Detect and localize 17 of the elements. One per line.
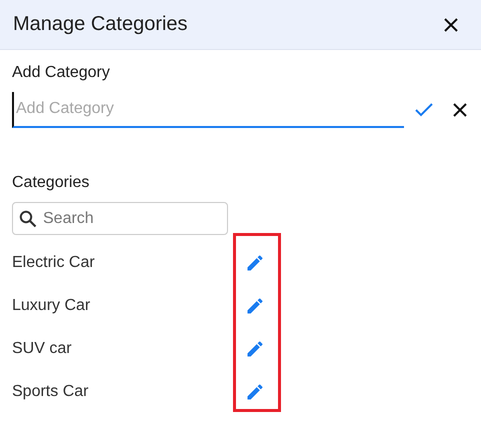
add-category-field[interactable]: Add Category bbox=[12, 92, 404, 128]
category-name: Sports Car bbox=[12, 382, 90, 400]
close-icon[interactable] bbox=[452, 102, 468, 118]
add-category-label: Add Category bbox=[12, 64, 111, 82]
close-icon[interactable] bbox=[443, 16, 459, 32]
search-field[interactable]: Search bbox=[12, 202, 228, 235]
search-icon bbox=[19, 210, 37, 228]
category-name: SUV car bbox=[12, 340, 73, 358]
dialog-title: Manage Categories bbox=[13, 13, 188, 36]
pencil-icon[interactable] bbox=[245, 338, 265, 358]
pencil-icon[interactable] bbox=[245, 252, 265, 272]
category-name: Luxury Car bbox=[12, 296, 92, 314]
pencil-icon[interactable] bbox=[245, 296, 265, 316]
check-icon[interactable] bbox=[414, 102, 434, 118]
categories-label: Categories bbox=[12, 174, 90, 192]
category-name: Electric Car bbox=[12, 254, 96, 272]
pencil-icon[interactable] bbox=[245, 382, 265, 402]
